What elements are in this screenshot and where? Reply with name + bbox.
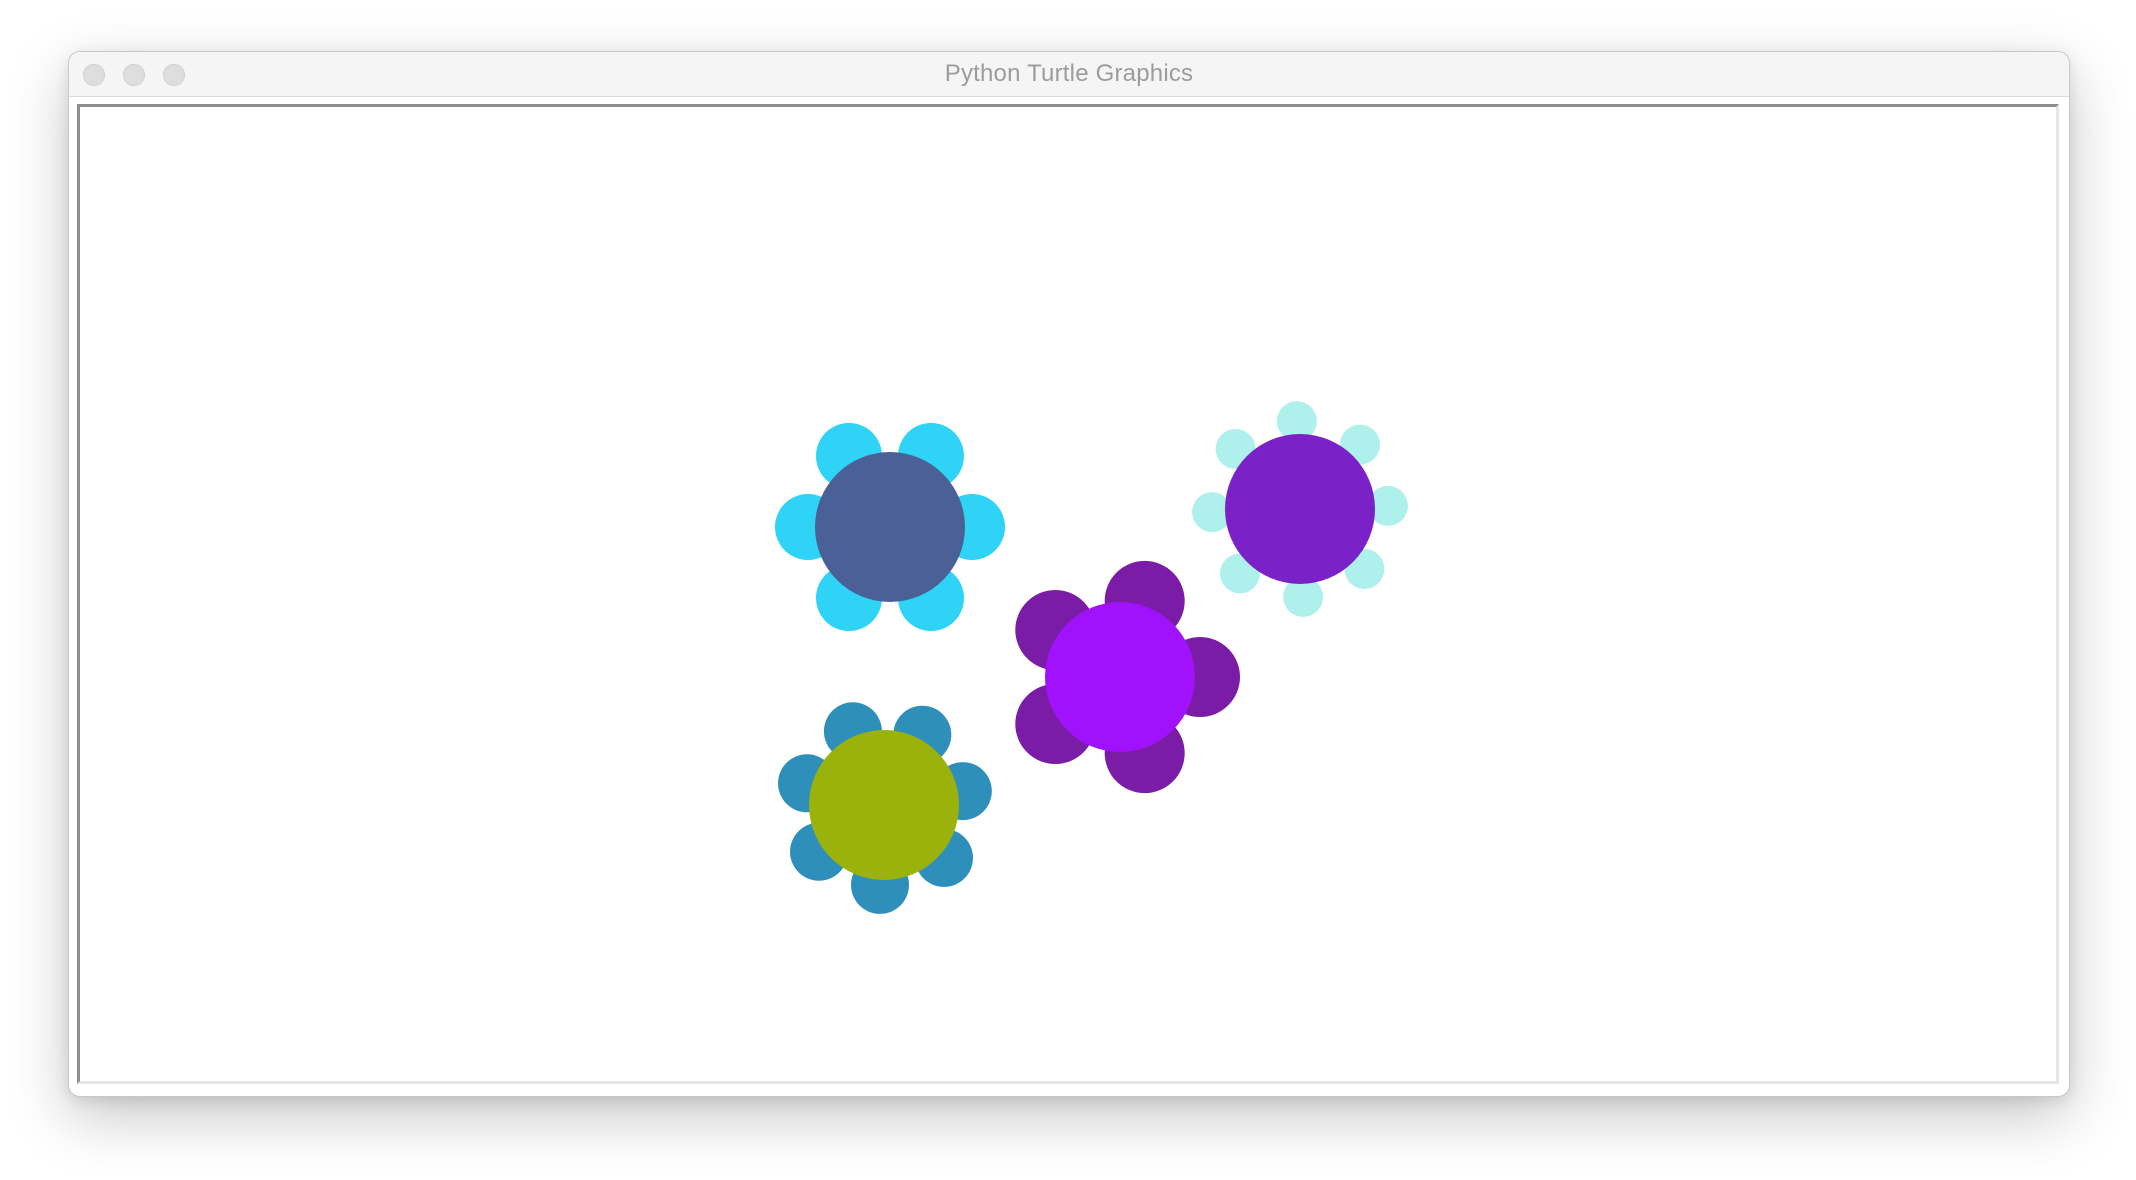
flower-bottom-left [778, 702, 992, 914]
flower-middle [1015, 560, 1240, 794]
turtle-window: Python Turtle Graphics [68, 51, 2070, 1097]
title-bar[interactable]: Python Turtle Graphics [69, 52, 2069, 97]
flower-top-left [775, 423, 1005, 631]
flower-top-right [1192, 401, 1408, 617]
turtle-canvas[interactable] [80, 107, 2056, 1081]
turtle-canvas-frame [77, 104, 2059, 1084]
flower-center [809, 730, 959, 880]
flower-center [1225, 434, 1375, 584]
flower-center [1045, 602, 1195, 752]
window-title: Python Turtle Graphics [944, 60, 1194, 87]
flower-center [815, 452, 965, 602]
